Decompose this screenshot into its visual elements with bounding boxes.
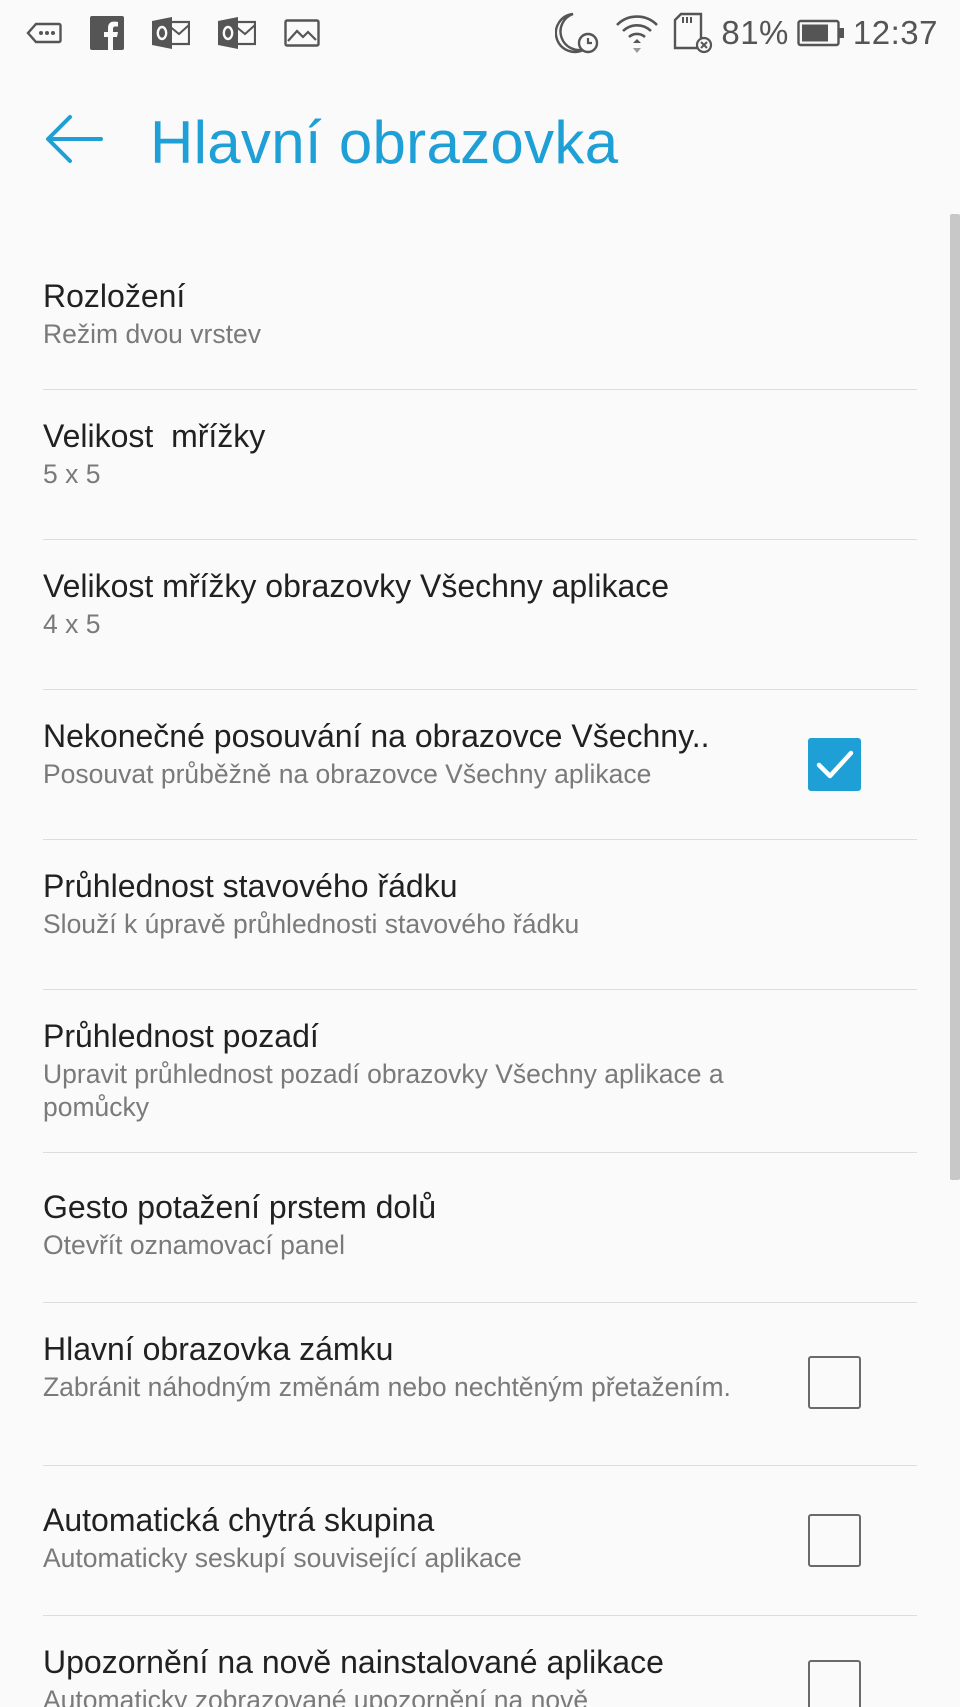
new-app-notification-checkbox[interactable] — [808, 1660, 861, 1707]
auto-smart-group-checkbox[interactable] — [808, 1514, 861, 1567]
wifi-icon — [615, 12, 659, 54]
setting-infinite-scroll[interactable]: Nekonečné posouvání na obrazovce Všechny… — [43, 690, 917, 840]
setting-title: Velikost mřížky — [43, 418, 266, 454]
setting-subtitle: Upravit průhlednost pozadí obrazovky Vše… — [43, 1059, 724, 1122]
setting-title: Upozornění na nově nainstalované aplikac… — [43, 1644, 664, 1680]
item-text: Hlavní obrazovka zámku Zabránit náhodným… — [43, 1303, 917, 1404]
facebook-icon — [90, 16, 124, 50]
night-alarm-icon — [555, 11, 601, 55]
setting-subtitle: Slouží k úpravě průhlednosti stavového ř… — [43, 909, 580, 939]
item-text: Velikost mřížky 5 x 5 — [43, 390, 917, 491]
setting-subtitle: 5 x 5 — [43, 459, 101, 489]
setting-subtitle: Režim dvou vrstev — [43, 319, 261, 349]
outlook-icon — [152, 17, 190, 49]
battery-icon — [797, 18, 845, 48]
setting-title: Průhlednost stavového řádku — [43, 868, 458, 904]
gallery-icon — [284, 19, 320, 47]
setting-all-apps-grid-size[interactable]: Velikost mřížky obrazovky Všechny aplika… — [43, 540, 917, 690]
setting-subtitle: Zabránit náhodným změnám nebo nechtěným … — [43, 1372, 731, 1402]
item-text: Velikost mřížky obrazovky Všechny aplika… — [43, 540, 917, 641]
voicemail-icon — [26, 22, 62, 44]
app-bar: Hlavní obrazovka — [0, 66, 960, 216]
page-title: Hlavní obrazovka — [150, 109, 619, 176]
scrollbar[interactable] — [950, 214, 960, 1180]
setting-grid-size[interactable]: Velikost mřížky 5 x 5 — [43, 390, 917, 540]
system-icons: 81% 12:37 — [541, 11, 938, 55]
setting-subtitle: Automaticky seskupí související aplikace — [43, 1543, 522, 1573]
sd-card-icon — [673, 12, 713, 54]
setting-title: Automatická chytrá skupina — [43, 1502, 435, 1538]
lock-home-screen-checkbox[interactable] — [808, 1356, 861, 1409]
setting-title: Gesto potažení prstem dolů — [43, 1189, 437, 1225]
setting-layout[interactable]: Rozložení Režim dvou vrstev — [43, 216, 917, 390]
notification-icons — [26, 16, 348, 50]
item-text: Automatická chytrá skupina Automaticky s… — [43, 1466, 917, 1575]
setting-title: Rozložení — [43, 278, 186, 314]
outlook-icon — [218, 17, 256, 49]
clock: 12:37 — [852, 14, 938, 51]
setting-title: Průhlednost pozadí — [43, 1018, 319, 1054]
setting-subtitle: Otevřít oznamovací panel — [43, 1230, 345, 1260]
setting-subtitle: Automaticky zobrazované upozornění na no… — [43, 1685, 589, 1707]
item-text: Rozložení Režim dvou vrstev — [43, 216, 917, 351]
item-text: Upozornění na nově nainstalované aplikac… — [43, 1616, 917, 1707]
battery-percent: 81% — [721, 14, 789, 51]
setting-background-transparency[interactable]: Průhlednost pozadí Upravit průhlednost p… — [43, 990, 917, 1153]
status-bar: 81% 12:37 — [0, 0, 960, 66]
item-text: Nekonečné posouvání na obrazovce Všechny… — [43, 690, 917, 791]
setting-title: Velikost mřížky obrazovky Všechny aplika… — [43, 568, 670, 604]
setting-new-app-notification[interactable]: Upozornění na nově nainstalované aplikac… — [43, 1616, 917, 1707]
setting-auto-smart-group[interactable]: Automatická chytrá skupina Automaticky s… — [43, 1466, 917, 1616]
item-text: Průhlednost stavového řádku Slouží k úpr… — [43, 840, 917, 941]
screen: 81% 12:37 Hlavní obrazovka Rozložení Rež… — [0, 0, 960, 1707]
setting-title: Hlavní obrazovka zámku — [43, 1331, 394, 1367]
back-button[interactable] — [40, 104, 110, 174]
setting-subtitle: 4 x 5 — [43, 609, 101, 639]
setting-lock-home-screen[interactable]: Hlavní obrazovka zámku Zabránit náhodným… — [43, 1303, 917, 1466]
setting-status-bar-transparency[interactable]: Průhlednost stavového řádku Slouží k úpr… — [43, 840, 917, 990]
setting-swipe-down-gesture[interactable]: Gesto potažení prstem dolů Otevřít oznam… — [43, 1153, 917, 1303]
setting-subtitle: Posouvat průběžně na obrazovce Všechny a… — [43, 759, 652, 789]
checkmark-icon — [816, 750, 853, 778]
settings-list: Rozložení Režim dvou vrstev Velikost mří… — [0, 216, 960, 1707]
setting-title: Nekonečné posouvání na obrazovce Všechny… — [43, 718, 710, 754]
item-text: Průhlednost pozadí Upravit průhlednost p… — [43, 990, 917, 1124]
infinite-scroll-checkbox[interactable] — [808, 738, 861, 791]
item-text: Gesto potažení prstem dolů Otevřít oznam… — [43, 1153, 917, 1262]
back-arrow-icon — [46, 115, 103, 163]
